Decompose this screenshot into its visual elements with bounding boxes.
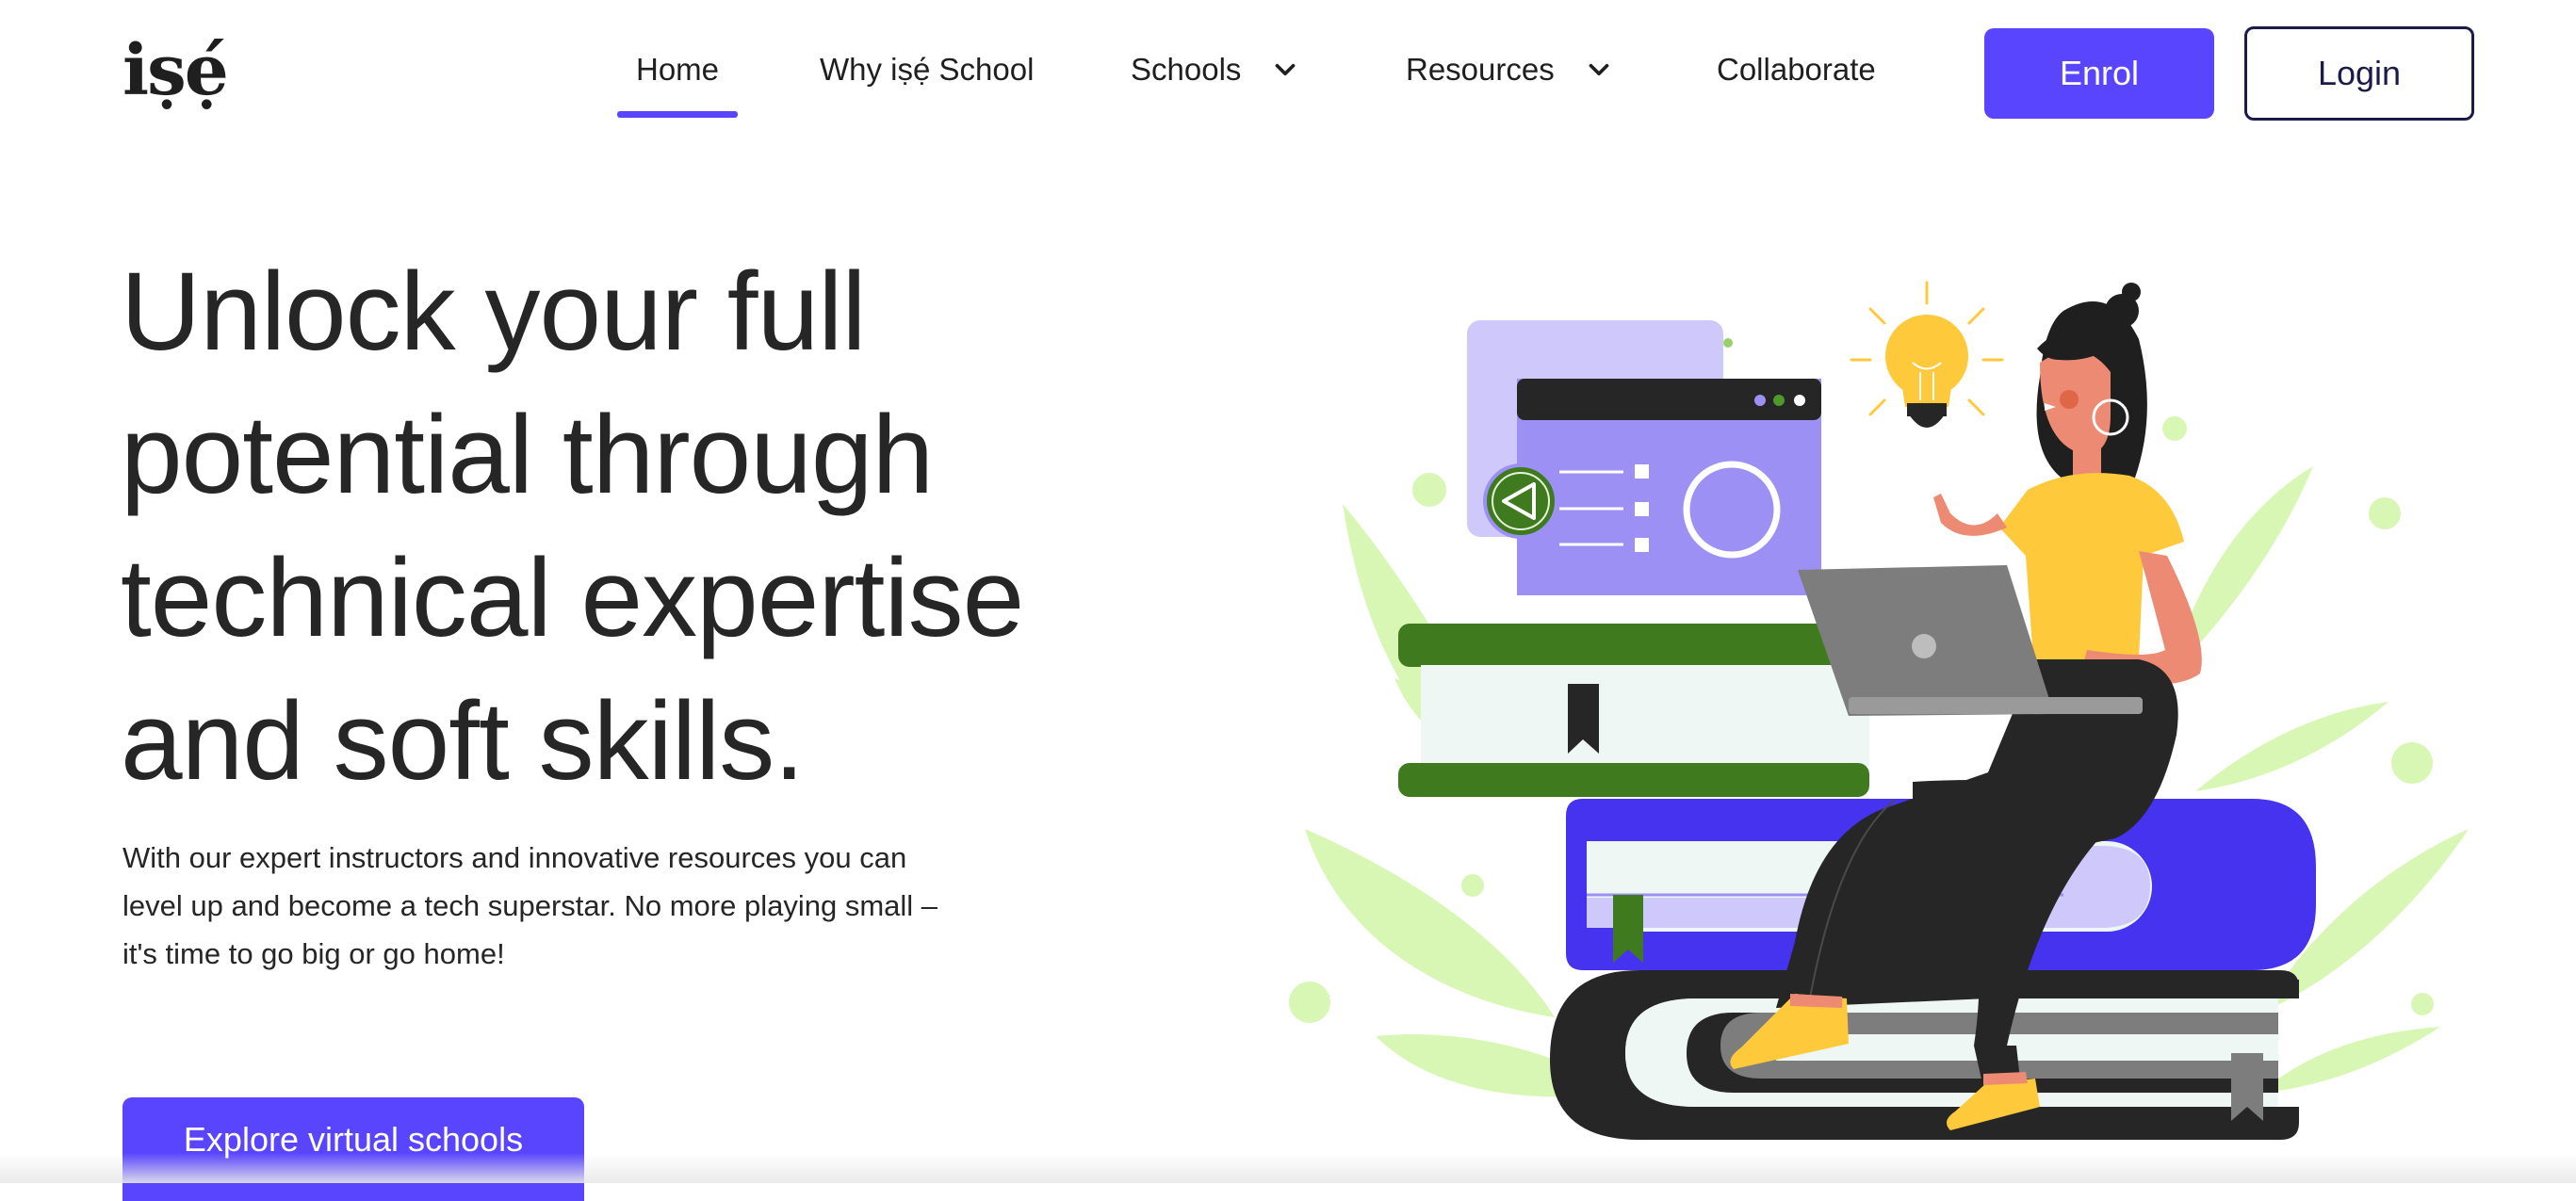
nav-home-label: Home bbox=[636, 52, 720, 87]
lightbulb-icon bbox=[1850, 281, 2004, 428]
hero-subtitle: With our expert instructors and innovati… bbox=[122, 841, 938, 970]
nav-schools[interactable]: Schools bbox=[1131, 52, 1301, 88]
nav-active-indicator bbox=[617, 111, 738, 118]
explore-virtual-schools-button[interactable]: Explore virtual schools bbox=[122, 1097, 584, 1201]
browser-window-graphic bbox=[1467, 320, 1821, 595]
chevron-down-icon[interactable] bbox=[1583, 54, 1615, 86]
nav-resources-label: Resources bbox=[1406, 52, 1555, 87]
hero-title: Unlock your full potential through techn… bbox=[121, 250, 1024, 803]
chevron-down-icon[interactable] bbox=[1269, 54, 1301, 86]
nav-why-label: Why iṣẹ́ School bbox=[820, 52, 1035, 87]
nav-home[interactable]: Home bbox=[636, 52, 719, 88]
hero-illustration bbox=[1289, 281, 2469, 1140]
nav-collaborate[interactable]: Collaborate bbox=[1717, 52, 1876, 88]
nav-schools-label: Schools bbox=[1131, 52, 1242, 87]
enrol-button[interactable]: Enrol bbox=[1984, 28, 2214, 119]
play-back-icon bbox=[1483, 463, 1558, 539]
nav-collaborate-label: Collaborate bbox=[1717, 52, 1876, 87]
nav-resources[interactable]: Resources bbox=[1406, 52, 1615, 88]
login-button[interactable]: Login bbox=[2244, 26, 2474, 121]
nav-why-ise-school[interactable]: Why iṣẹ́ School bbox=[820, 52, 1034, 88]
site-logo[interactable]: iṣẹ́ bbox=[122, 36, 229, 105]
